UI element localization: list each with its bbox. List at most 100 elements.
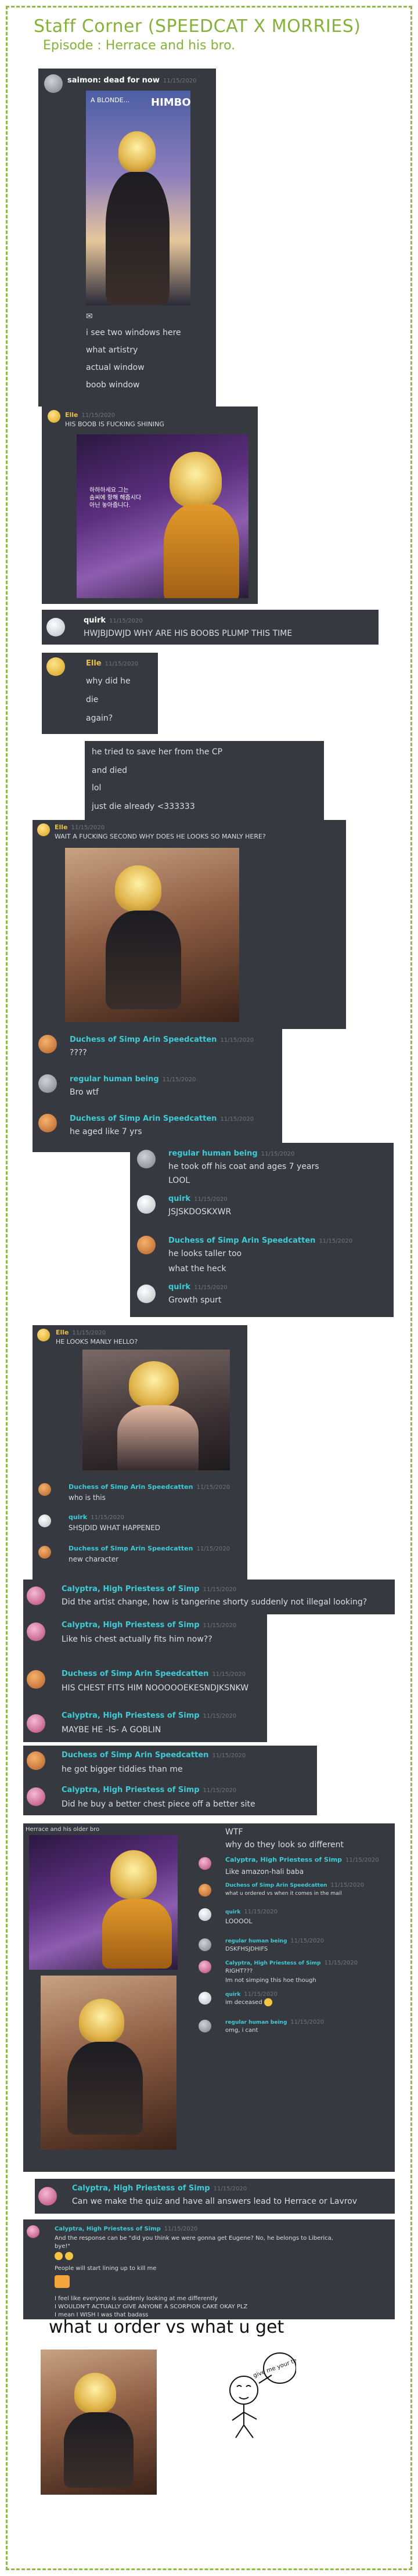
username-text[interactable]: Duchess of Simp Arin Speedcatten [69, 1545, 193, 1552]
avatar[interactable] [27, 1622, 45, 1641]
avatar[interactable] [38, 1074, 57, 1093]
avatar[interactable] [137, 1285, 156, 1303]
avatar[interactable] [27, 2225, 39, 2238]
username-text[interactable]: quirk [69, 1513, 87, 1521]
username[interactable]: Duchess of Simp Arin Speedcatten 11/15/20… [70, 1114, 254, 1125]
message-text: Can we make the quiz and have all answer… [72, 2197, 358, 2206]
username-text[interactable]: quirk [225, 1992, 240, 1998]
avatar[interactable] [137, 1236, 156, 1254]
username-text[interactable]: quirk [84, 616, 106, 625]
avatar[interactable] [38, 2187, 57, 2206]
username-text[interactable]: quirk [168, 1283, 190, 1291]
username-text[interactable]: Duchess of Simp Arin Speedcatten [70, 1114, 217, 1123]
username[interactable]: quirk 11/15/2020 [84, 616, 143, 627]
username-text[interactable]: Duchess of Simp Arin Speedcatten [168, 1236, 315, 1245]
avatar[interactable] [199, 2020, 211, 2032]
username-text[interactable]: regular human being [225, 2020, 287, 2025]
username-text[interactable]: Calyptra, High Priestess of Simp [62, 1621, 200, 1629]
username-text[interactable]: Duchess of Simp Arin Speedcatten [69, 1483, 193, 1491]
cake-image[interactable] [55, 2275, 70, 2288]
avatar[interactable] [38, 1035, 57, 1053]
avatar[interactable] [27, 1714, 45, 1733]
username-text[interactable]: Calyptra, High Priestess of Simp [225, 1856, 342, 1863]
username[interactable]: quirk 11/15/2020 [168, 1282, 228, 1293]
username-text[interactable]: Duchess of Simp Arin Speedcatten [225, 1883, 327, 1888]
avatar[interactable] [38, 1546, 51, 1559]
avatar[interactable] [38, 1114, 57, 1132]
avatar[interactable] [27, 1787, 45, 1806]
username-text[interactable]: Elle [86, 659, 102, 668]
username[interactable]: Duchess of Simp Arin Speedcatten 11/15/20… [69, 1544, 230, 1555]
message-text: Did the artist change, how is tangerine … [62, 1598, 367, 1607]
username[interactable]: Duchess of Simp Arin Speedcatten 11/15/20… [70, 1035, 254, 1046]
message-text: Like amazon-hali baba [225, 1868, 304, 1876]
username-text[interactable]: Calyptra, High Priestess of Simp [225, 1960, 321, 1966]
screenshot-saimon: saimon: dead for now 11/15/2020 A BLONDE.… [38, 69, 216, 406]
avatar[interactable] [44, 74, 63, 93]
username[interactable]: Calyptra, High Priestess of Simp 11/15/20… [62, 1620, 236, 1631]
username[interactable]: Calyptra, High Priestess of Simp 11/15/20… [72, 2183, 247, 2194]
avatar[interactable] [38, 1514, 51, 1527]
username-text[interactable]: quirk [225, 1909, 240, 1915]
manhwa-panel-image[interactable]: 하하하세요 그는 솜씨에 항해 해줍시다 아닌 놓아줍니다. [77, 434, 248, 598]
username[interactable]: Duchess of Simp Arin Speedcatten 11/15/20… [62, 1669, 246, 1680]
username-text[interactable]: Duchess of Simp Arin Speedcatten [70, 1035, 217, 1044]
avatar[interactable] [199, 1857, 211, 1870]
avatar[interactable] [199, 1908, 211, 1921]
attachment-icon[interactable]: ✉ [86, 311, 93, 322]
manhwa-panel-image[interactable] [65, 848, 239, 1022]
username[interactable]: Calyptra, High Priestess of Simp 11/15/20… [62, 1785, 236, 1796]
avatar[interactable] [38, 1483, 51, 1496]
avatar[interactable] [46, 657, 65, 676]
username[interactable]: Calyptra, High Priestess of Simp 11/15/20… [225, 1855, 379, 1866]
what-u-order-image[interactable] [41, 2350, 157, 2495]
username-text[interactable]: saimon: dead for now [67, 76, 160, 85]
username[interactable]: saimon: dead for now 11/15/2020 [67, 75, 197, 87]
avatar[interactable] [48, 410, 60, 423]
avatar[interactable] [37, 823, 50, 836]
username-text[interactable]: regular human being [70, 1075, 159, 1084]
avatar[interactable] [199, 1992, 211, 2005]
username-text[interactable]: regular human being [225, 1938, 287, 1944]
username[interactable]: quirk 11/15/2020 [69, 1512, 124, 1523]
username[interactable]: Calyptra, High Priestess of Simp 11/15/20… [62, 1584, 236, 1595]
avatar[interactable] [46, 618, 65, 636]
username[interactable]: Duchess of Simp Arin Speedcatten 11/15/20… [62, 1750, 246, 1761]
older-bro-panel-image[interactable] [41, 1976, 176, 2150]
message-text: DSKFHSJDHIFS [225, 1946, 268, 1952]
username-text[interactable]: Elle [56, 1329, 69, 1336]
username-text[interactable]: Calyptra, High Priestess of Simp [62, 1585, 200, 1593]
username-text[interactable]: Calyptra, High Priestess of Simp [72, 2184, 210, 2193]
username-text[interactable]: Elle [65, 411, 78, 419]
username-text[interactable]: Calyptra, High Priestess of Simp [62, 1786, 200, 1794]
username-text[interactable]: regular human being [168, 1149, 258, 1158]
himbo-poster-image[interactable]: A BLONDE... HIMBO [86, 91, 190, 305]
username-text[interactable]: Duchess of Simp Arin Speedcatten [62, 1670, 208, 1678]
username[interactable]: regular human being 11/15/2020 [70, 1074, 196, 1085]
avatar[interactable] [37, 1329, 50, 1341]
avatar[interactable] [137, 1195, 156, 1214]
username-text[interactable]: Elle [55, 823, 68, 831]
avatar[interactable] [199, 1960, 211, 1973]
username[interactable]: Duchess of Simp Arin Speedcatten 11/15/20… [168, 1236, 352, 1247]
username[interactable]: quirk 11/15/2020 [168, 1194, 228, 1205]
avatar[interactable] [199, 1884, 211, 1897]
username[interactable]: Calyptra, High Priestess of Simp 11/15/20… [62, 1711, 236, 1722]
message-line: he tried to save her from the CP [92, 747, 223, 757]
username[interactable]: Elle 11/15/2020 [86, 659, 138, 670]
avatar[interactable] [27, 1751, 45, 1770]
avatar[interactable] [27, 1670, 45, 1689]
username-text[interactable]: Calyptra, High Priestess of Simp [62, 1711, 200, 1720]
avatar[interactable] [137, 1150, 156, 1168]
manhwa-panel-image[interactable] [82, 1350, 230, 1470]
avatar[interactable] [27, 1586, 45, 1605]
screenshot-quirk-plump: quirk 11/15/2020 HWJBJDWJD WHY ARE HIS BO… [42, 610, 379, 645]
screenshot-quiz: Calyptra, High Priestess of Simp 11/15/20… [35, 2179, 395, 2214]
username[interactable]: regular human being 11/15/2020 [168, 1149, 294, 1160]
username[interactable]: Duchess of Simp Arin Speedcatten 11/15/20… [69, 1482, 230, 1493]
username-text[interactable]: Calyptra, High Priestess of Simp [55, 2226, 161, 2232]
herrace-panel-image[interactable] [29, 1835, 178, 1970]
username-text[interactable]: Duchess of Simp Arin Speedcatten [62, 1751, 208, 1760]
avatar[interactable] [199, 1938, 211, 1951]
username-text[interactable]: quirk [168, 1195, 190, 1203]
